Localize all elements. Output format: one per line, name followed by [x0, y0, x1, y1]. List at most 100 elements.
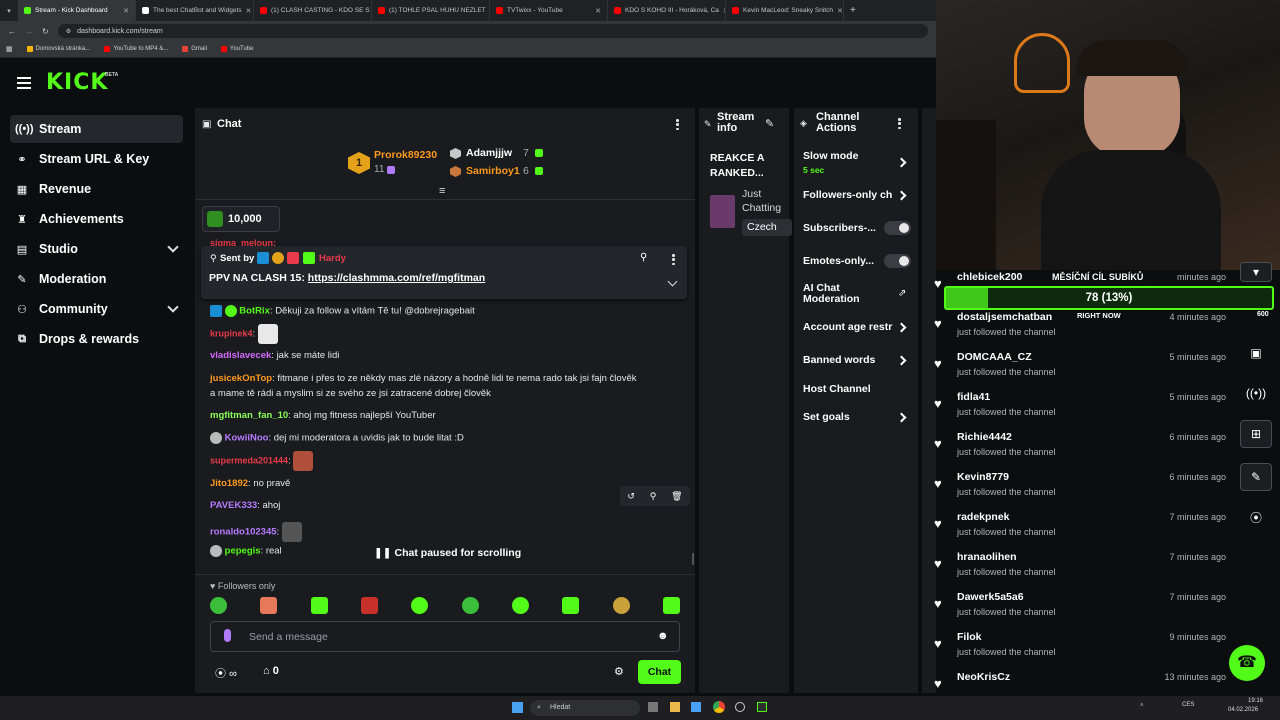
emote-button[interactable] [210, 597, 227, 614]
clock-date[interactable]: 04.02.2026 [1228, 707, 1258, 713]
chat-input[interactable]: Send a message ☻ [210, 621, 680, 652]
leaderboard-third-name[interactable]: Samirboy1 [466, 165, 520, 177]
emotes-only-toggle[interactable] [884, 254, 911, 268]
bookmark-item[interactable]: Gmail [182, 46, 207, 52]
sidebar-item-moderation[interactable]: ✎ Moderation [10, 265, 183, 293]
sidebar-item-revenue[interactable]: ▦ Revenue [10, 175, 183, 203]
chat-scrollbar[interactable] [692, 553, 694, 565]
follower-row[interactable]: ♥ NeoKrisCz 13 minutes ago [930, 670, 1228, 692]
set-goals-item[interactable]: Set goals [803, 411, 850, 423]
followers-only-item[interactable]: Followers-only ch [803, 189, 895, 201]
sidebar-item-stream-url-key[interactable]: ⚭ Stream URL & Key [10, 145, 183, 173]
clock-time[interactable]: 19:16 [1243, 698, 1263, 704]
edit-icon[interactable]: ✎ [765, 117, 774, 130]
sidebar-item-stream[interactable]: ((•)) Stream [10, 115, 183, 143]
follower-row[interactable]: ♥ Filok just followed the channel 9 minutes… [930, 630, 1228, 668]
emote-button[interactable] [461, 597, 479, 614]
points-counter[interactable]: ⦿ ∞ [215, 665, 237, 681]
chat-message[interactable]: mgfitman_fan_10: ahoj mg fitness najlepš… [210, 410, 436, 421]
browser-tab[interactable]: Stream - Kick Dashboard ✕ [18, 0, 136, 21]
bookmark-item[interactable]: YouTube [220, 46, 254, 52]
leaderboard-second-name[interactable]: Adamjjjw [466, 147, 512, 159]
sidebar-item-drops-rewards[interactable]: ⧉ Drops & rewards [10, 325, 183, 353]
account-age-item[interactable]: Account age restr [803, 321, 895, 333]
chat-message[interactable]: pepegis: real [210, 545, 282, 557]
emote-button[interactable] [411, 597, 429, 614]
start-icon[interactable] [512, 702, 523, 713]
channel-points[interactable]: 10,000 [202, 206, 280, 232]
delete-icon[interactable]: 🗑 [671, 491, 682, 502]
stream-category[interactable]: Just Chatting [742, 187, 786, 215]
pin-icon[interactable]: ⚲ [650, 491, 657, 502]
drops-icon[interactable]: ⦿ [1240, 505, 1272, 533]
chat-message[interactable]: krupinek4: [210, 324, 278, 344]
emote-button[interactable] [260, 597, 278, 614]
chat-message[interactable]: KowiiNoo: dej mi moderatora a uvidis jak… [210, 432, 464, 444]
new-tab-icon[interactable]: + [844, 5, 856, 16]
chat-message[interactable]: PAVEK333: ahoj [210, 500, 280, 511]
stream-tag[interactable]: Czech [742, 219, 792, 236]
app-icon[interactable] [735, 702, 745, 712]
chat-message[interactable]: supermeda201444: [210, 451, 314, 471]
chat-message[interactable]: vladislavecek: jak se máte lidi [210, 350, 339, 361]
browser-tab[interactable]: KDO S KOHO III - Horáková, Ca✕ [608, 0, 726, 21]
emote-button[interactable] [562, 597, 580, 614]
language-indicator[interactable]: CES [1182, 702, 1194, 708]
chat-message[interactable]: Jito1892: no pravě [210, 478, 290, 489]
sidebar-item-achievements[interactable]: ♜ Achievements [10, 205, 183, 233]
follower-row[interactable]: ♥ Dawerk5a5a6 just followed the channel 7 m… [930, 590, 1228, 628]
follower-row[interactable]: ♥ hranaolihen just followed the channel 7 m… [930, 550, 1228, 588]
support-chat-icon[interactable]: ☎ [1229, 645, 1265, 681]
pinned-link[interactable]: https://clashmma.com/ref/mgfitman [308, 272, 485, 284]
emote-button[interactable] [310, 597, 328, 614]
browser-tab[interactable]: The best ChatBot and Widgets ✕ [136, 0, 254, 21]
microphone-icon[interactable] [224, 629, 231, 642]
menu-icon[interactable] [17, 77, 31, 89]
bookmark-item[interactable]: Domovská stránka... [26, 46, 90, 52]
more-options-icon[interactable] [676, 119, 679, 130]
subscribers-only-toggle[interactable] [884, 221, 911, 235]
taskbar-search[interactable]: ⌕ Hledat [530, 700, 640, 716]
send-chat-button[interactable]: Chat [638, 660, 681, 684]
bookmark-item[interactable]: YouTube to MP4 &... [104, 46, 168, 52]
chat-message[interactable]: ronaldo102345: [210, 522, 302, 542]
chat-paused-indicator[interactable]: ❚❚ Chat paused for scrolling [374, 547, 521, 559]
kick-logo[interactable]: KICK [46, 70, 108, 95]
sidebar-item-community[interactable]: ⚇ Community [10, 295, 183, 323]
address-bar[interactable]: ⚙ dashboard.kick.com/stream [57, 24, 928, 38]
emote-button[interactable] [360, 597, 378, 614]
slow-mode-item[interactable]: Slow mode 5 sec [803, 150, 858, 175]
rail-button[interactable]: ▾ [1240, 262, 1272, 282]
app-icon[interactable] [757, 702, 767, 712]
external-link-icon[interactable]: ⇗ [898, 288, 906, 299]
follower-row[interactable]: ♥ fidla41 just followed the channel 5 minut… [930, 390, 1228, 428]
store-icon[interactable] [691, 702, 701, 712]
chrome-icon[interactable] [713, 701, 725, 713]
follower-row[interactable]: ♥ Richie4442 just followed the channel 6 mi… [930, 430, 1228, 468]
wrench-icon[interactable]: ✎ [1240, 463, 1272, 491]
close-tab-icon[interactable]: ✕ [246, 7, 252, 15]
emoji-icon[interactable]: ☻ [657, 630, 669, 642]
browser-tab[interactable]: Kevin MacLeod: Sneaky Snitch ✕ [726, 0, 844, 21]
pinned-more-icon[interactable] [672, 254, 675, 265]
browser-tab[interactable]: TVTwixx - YouTube ✕ [490, 0, 608, 21]
sidebar-item-studio[interactable]: ▤ Studio [10, 235, 183, 263]
chat-message[interactable]: BotRix: Děkuji za follow a vítám Tě tu! … [210, 305, 475, 317]
reload-icon[interactable]: ↻ [42, 27, 49, 36]
pinned-message[interactable]: ⚲ Sent by Hardy PPV NA CLASH 15: https:/… [201, 246, 687, 299]
file-explorer-icon[interactable] [670, 702, 680, 712]
back-icon[interactable]: ← [8, 27, 16, 36]
tray-up-icon[interactable]: ˄ [1140, 703, 1144, 709]
browser-tab[interactable]: (1) CLASH CASTING - KDO SE S✕ [254, 0, 372, 21]
forward-icon[interactable]: → [25, 27, 33, 36]
broadcast-icon[interactable]: ((•)) [1240, 380, 1272, 408]
follower-row[interactable]: ♥ Kevin8779 just followed the channel 6 min… [930, 470, 1228, 508]
emote-button[interactable] [511, 597, 529, 614]
layout-icon[interactable]: ⊞ [1240, 420, 1272, 448]
category-thumbnail[interactable] [710, 195, 735, 228]
chat-settings-icon[interactable]: ⚙ [614, 665, 624, 678]
follower-row[interactable]: ♥ radekpnek just followed the channel 7 min… [930, 510, 1228, 548]
banned-words-item[interactable]: Banned words [803, 354, 875, 366]
emote-button[interactable] [612, 597, 630, 614]
chat-icon[interactable]: ▣ [1240, 340, 1272, 368]
